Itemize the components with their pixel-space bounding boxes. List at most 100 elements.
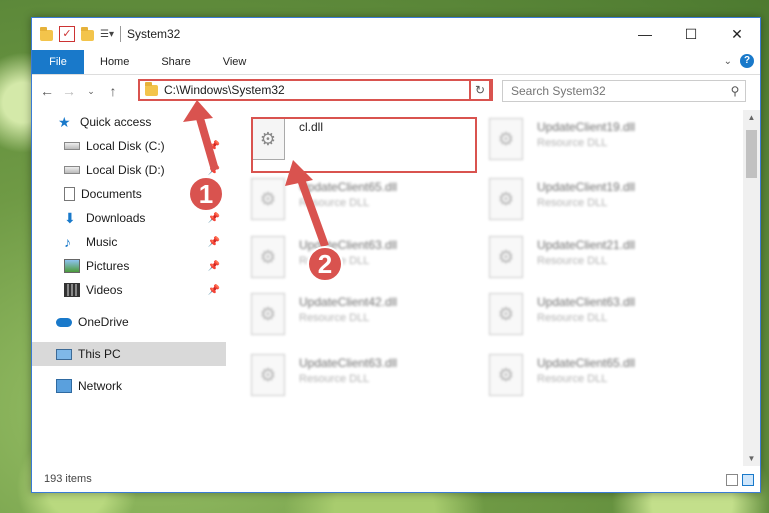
file-type: Resource DLL (299, 373, 370, 385)
sidebar-item-label: This PC (78, 347, 121, 361)
file-name: UpdateClient19.dll (537, 120, 636, 134)
file-item[interactable]: ⚙ UpdateClient19.dll Resource DLL (467, 170, 687, 225)
minimize-button[interactable]: — (622, 18, 668, 50)
network-icon (56, 379, 72, 393)
file-type: Resource DLL (537, 255, 608, 267)
status-bar: 193 items (32, 466, 760, 492)
dll-file-icon: ⚙ (489, 293, 523, 335)
tab-home[interactable]: Home (84, 56, 145, 68)
customize-toolbar-icon[interactable]: ☰▾ (100, 29, 114, 40)
forward-arrow-icon[interactable]: → (58, 83, 80, 99)
pictures-icon (64, 259, 80, 273)
scroll-down-icon[interactable]: ▼ (743, 454, 760, 463)
sidebar-item-label: Videos (86, 283, 123, 297)
sidebar-item-label: Downloads (86, 211, 146, 225)
title-bar: ✓ ☰▾ System32 — ☐ ✕ (32, 18, 760, 50)
file-item[interactable]: ⚙ UpdateClient63.dll Resource DLL (467, 285, 687, 340)
file-item[interactable]: ⚙ UpdateClient42.dll Resource DLL (229, 285, 449, 340)
refresh-button[interactable]: ↻ (469, 79, 491, 101)
disk-icon (64, 166, 80, 174)
dll-file-icon: ⚙ (251, 293, 285, 335)
up-arrow-icon[interactable]: ↑ (102, 83, 124, 99)
search-box[interactable]: ⚲ (502, 80, 746, 102)
ribbon-tabs: File Home Share View ⌄ ? (32, 50, 760, 75)
close-button[interactable]: ✕ (714, 18, 760, 50)
details-view-icon[interactable] (726, 474, 738, 486)
sidebar-item-label: Local Disk (D:) (86, 163, 165, 177)
file-type: Resource DLL (537, 197, 608, 209)
videos-icon (64, 283, 80, 297)
help-icon[interactable]: ? (740, 54, 754, 68)
file-item[interactable]: ⚙ UpdateClient21.dll Resource DLL (467, 228, 687, 283)
pc-icon (56, 348, 72, 360)
new-folder-icon[interactable] (81, 27, 94, 41)
title-separator (119, 26, 121, 42)
address-bar[interactable]: C:\Windows\System32 ⌄ (138, 79, 493, 101)
window-controls: — ☐ ✕ (622, 18, 760, 50)
disk-icon (64, 142, 80, 150)
file-type: Resource DLL (537, 373, 608, 385)
sidebar-item-pictures[interactable]: Pictures 📌 (32, 254, 226, 278)
sidebar-item-label: Pictures (86, 259, 130, 273)
sidebar-item-videos[interactable]: Videos 📌 (32, 278, 226, 302)
file-item[interactable]: ⚙ UpdateClient63.dll Resource DLL (229, 346, 449, 401)
search-icon[interactable]: ⚲ (725, 84, 745, 98)
pin-icon[interactable]: 📌 (208, 261, 220, 272)
address-path[interactable]: C:\Windows\System32 (164, 83, 473, 97)
refresh-icon: ↻ (474, 83, 486, 97)
tiles-view-icon[interactable] (742, 474, 754, 486)
sidebar-item-label: Local Disk (C:) (86, 139, 165, 153)
sidebar-item-network[interactable]: Network (32, 374, 226, 398)
dll-file-icon: ⚙ (489, 118, 523, 160)
file-name: UpdateClient63.dll (537, 295, 636, 309)
file-type: Resource DLL (537, 312, 608, 324)
annotation-badge-2: 2 (307, 246, 343, 282)
recent-locations-icon[interactable]: ⌄ (80, 86, 102, 97)
vertical-scrollbar[interactable]: ▲ ▼ (743, 110, 760, 466)
sidebar-item-onedrive[interactable]: OneDrive (32, 310, 226, 334)
item-count: 193 items (44, 473, 92, 485)
sidebar-item-this-pc[interactable]: This PC (32, 342, 226, 366)
file-item[interactable]: ⚙ UpdateClient19.dll Resource DLL (467, 110, 687, 165)
pin-icon[interactable]: 📌 (208, 237, 220, 248)
pin-icon[interactable]: 📌 (208, 213, 220, 224)
tab-view[interactable]: View (207, 56, 263, 68)
sidebar-item-label: Music (86, 235, 118, 249)
navigation-bar: ← → ⌄ ↑ C:\Windows\System32 ⌄ ↻ ⚲ (32, 76, 760, 106)
file-name: UpdateClient63.dll (299, 356, 398, 370)
view-switcher (726, 474, 754, 486)
folder-icon (145, 81, 158, 96)
file-item[interactable]: ⚙ UpdateClient65.dll Resource DLL (467, 346, 687, 401)
ribbon-right: ⌄ ? (724, 54, 754, 68)
back-arrow-icon[interactable]: ← (36, 83, 58, 99)
search-input[interactable] (503, 83, 725, 99)
scroll-up-icon[interactable]: ▲ (743, 113, 760, 122)
sidebar-item-label: Network (78, 379, 123, 393)
tab-share[interactable]: Share (145, 56, 206, 68)
file-name: UpdateClient21.dll (537, 238, 636, 252)
sidebar-item-label: OneDrive (78, 315, 129, 329)
dll-file-icon: ⚙ (489, 354, 523, 396)
sidebar-item-music[interactable]: ♪ Music 📌 (32, 230, 226, 254)
annotation-badge-1: 1 (188, 176, 224, 212)
annotation-arrow-2 (285, 160, 329, 248)
folder-icon[interactable] (40, 27, 53, 41)
expand-ribbon-icon[interactable]: ⌄ (724, 56, 732, 67)
dll-file-icon: ⚙ (251, 236, 285, 278)
document-icon (64, 187, 75, 201)
file-name: UpdateClient42.dll (299, 295, 398, 309)
scrollbar-thumb[interactable] (746, 130, 757, 178)
maximize-button[interactable]: ☐ (668, 18, 714, 50)
star-icon: ★ (58, 114, 71, 130)
dll-file-icon: ⚙ (251, 354, 285, 396)
sidebar-item-label: Quick access (80, 115, 152, 129)
file-type: Resource DLL (537, 137, 608, 149)
file-type: Resource DLL (299, 312, 370, 324)
sidebar-item-label: Documents (81, 187, 142, 201)
music-icon: ♪ (64, 234, 71, 250)
tab-file[interactable]: File (32, 50, 84, 74)
dll-file-icon: ⚙ (489, 178, 523, 220)
window-title: System32 (126, 27, 181, 41)
pin-icon[interactable]: 📌 (208, 285, 220, 296)
properties-icon[interactable]: ✓ (59, 26, 75, 42)
